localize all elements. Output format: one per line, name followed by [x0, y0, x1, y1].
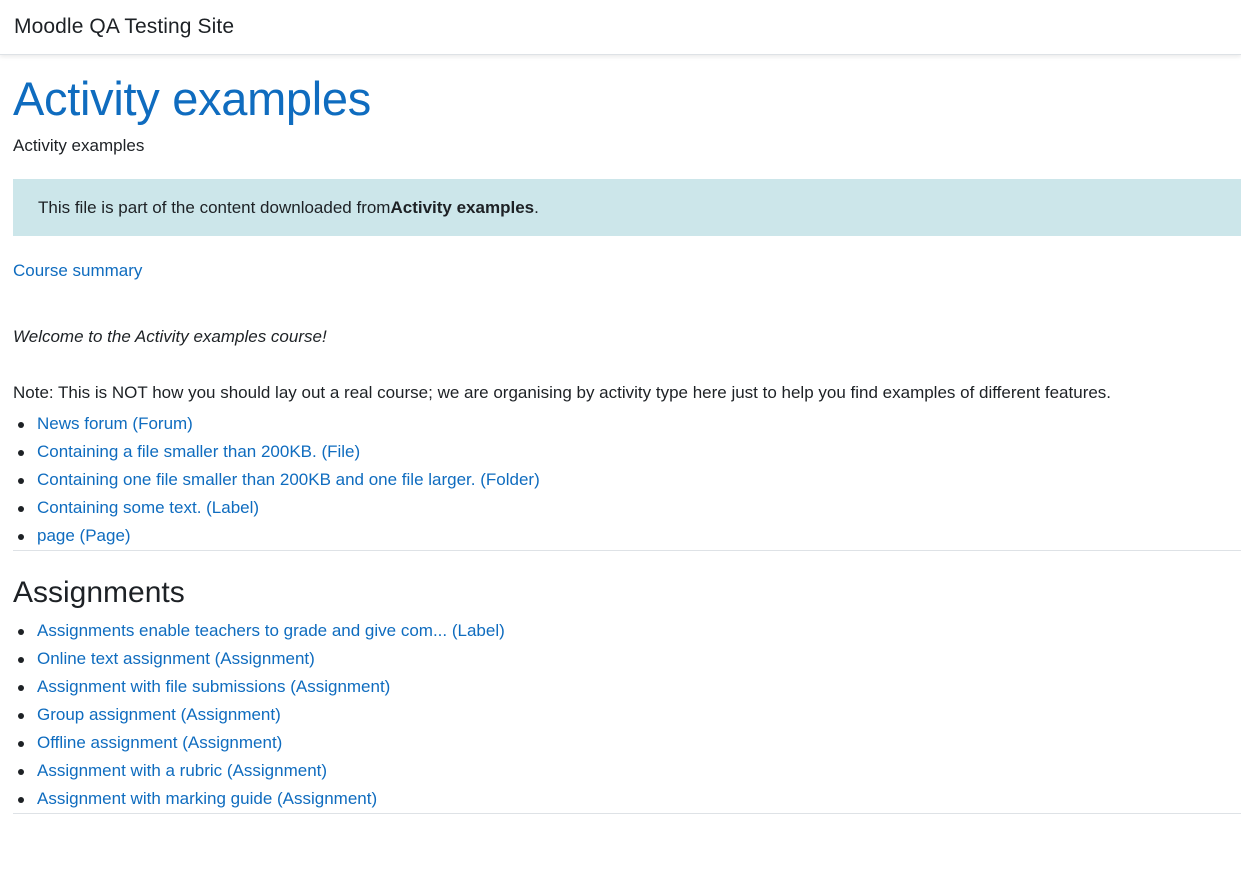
list-item: Group assignment (Assignment): [18, 701, 1241, 729]
section-title-assignments: Assignments: [13, 576, 185, 609]
navbar: Moodle QA Testing Site: [0, 0, 1241, 55]
activity-link-page[interactable]: page (Page): [37, 526, 131, 545]
list-item: Containing some text. (Label): [18, 494, 1241, 522]
info-alert: This file is part of the content downloa…: [13, 179, 1241, 236]
activity-link-assignments-label[interactable]: Assignments enable teachers to grade and…: [37, 621, 505, 640]
activity-link-news-forum[interactable]: News forum (Forum): [37, 414, 193, 433]
site-name[interactable]: Moodle QA Testing Site: [14, 15, 234, 39]
page-title: Activity examples: [13, 72, 371, 125]
list-item: Assignment with file submissions (Assign…: [18, 673, 1241, 701]
list-item: Assignment with a rubric (Assignment): [18, 757, 1241, 785]
note-text: Note: This is NOT how you should lay out…: [13, 383, 1112, 402]
list-item: Assignment with marking guide (Assignmen…: [18, 785, 1241, 813]
activity-link-group-assignment[interactable]: Group assignment (Assignment): [37, 705, 281, 724]
page-subtitle: Activity examples: [13, 136, 145, 155]
general-activity-list: News forum (Forum) Containing a file sma…: [13, 410, 1241, 550]
list-item: Containing a file smaller than 200KB. (F…: [18, 438, 1241, 466]
activity-link-file-submissions[interactable]: Assignment with file submissions (Assign…: [37, 677, 390, 696]
activity-link-label[interactable]: Containing some text. (Label): [37, 498, 259, 517]
alert-suffix: .: [534, 197, 539, 217]
list-item: page (Page): [18, 522, 1241, 550]
welcome-text: Welcome to the Activity examples course!: [13, 327, 327, 346]
activity-link-offline-assignment[interactable]: Offline assignment (Assignment): [37, 733, 282, 752]
list-item: News forum (Forum): [18, 410, 1241, 438]
list-item: Online text assignment (Assignment): [18, 645, 1241, 673]
list-item: Offline assignment (Assignment): [18, 729, 1241, 757]
activity-link-folder[interactable]: Containing one file smaller than 200KB a…: [37, 470, 540, 489]
alert-prefix: This file is part of the content downloa…: [38, 197, 391, 217]
activity-link-file[interactable]: Containing a file smaller than 200KB. (F…: [37, 442, 360, 461]
section-divider: [13, 813, 1241, 814]
alert-course-name: Activity examples: [390, 197, 535, 217]
main-content: Activity examples Activity examples This…: [0, 71, 1241, 814]
assignments-activity-list: Assignments enable teachers to grade and…: [13, 617, 1241, 813]
course-summary-link[interactable]: Course summary: [13, 260, 1241, 282]
activity-link-marking-guide[interactable]: Assignment with marking guide (Assignmen…: [37, 789, 377, 808]
activity-link-online-text[interactable]: Online text assignment (Assignment): [37, 649, 315, 668]
list-item: Assignments enable teachers to grade and…: [18, 617, 1241, 645]
section-divider: [13, 550, 1241, 551]
list-item: Containing one file smaller than 200KB a…: [18, 466, 1241, 494]
activity-link-rubric[interactable]: Assignment with a rubric (Assignment): [37, 761, 327, 780]
